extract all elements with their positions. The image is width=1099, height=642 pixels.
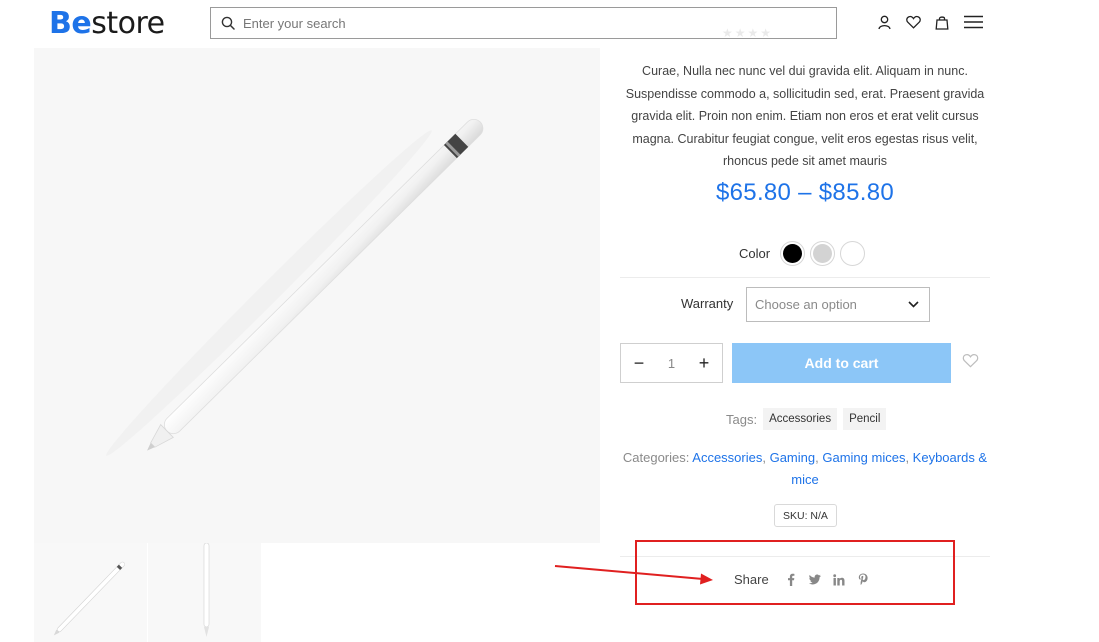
product-tags: Tags: Accessories Pencil (726, 408, 887, 430)
product-price: $65.80 – $85.80 (716, 179, 894, 206)
color-label: Color (739, 246, 771, 261)
site-logo[interactable]: Bestore (49, 6, 165, 42)
faded-rating-stars: ★★★★ (722, 26, 774, 40)
tags-label: Tags: (726, 411, 758, 427)
heart-icon[interactable] (905, 13, 921, 31)
product-description: Curae, Nulla nec nunc vel dui gravida el… (625, 64, 985, 169)
chevron-down-icon (908, 301, 919, 308)
color-swatch-gray[interactable] (810, 241, 836, 266)
annotation-arrow (554, 565, 713, 585)
product-categories: Categories: Accessories, Gaming, Gaming … (622, 450, 988, 487)
sku-badge: SKU: N/A (774, 504, 837, 527)
color-selector: Color (739, 241, 870, 266)
color-swatch-white[interactable] (840, 241, 866, 266)
product-main-image[interactable] (34, 48, 600, 543)
search-icon[interactable] (221, 16, 235, 30)
warranty-select[interactable]: Choose an option (746, 287, 930, 322)
search-input[interactable] (243, 15, 803, 31)
warranty-label: Warranty (681, 296, 734, 311)
color-swatch-black[interactable] (780, 241, 806, 266)
wishlist-heart-icon[interactable] (962, 353, 979, 373)
add-to-cart-button[interactable]: Add to cart (732, 343, 951, 383)
user-icon[interactable] (876, 13, 892, 31)
quantity-decrease-button[interactable]: − (631, 354, 647, 372)
quantity-increase-button[interactable]: + (696, 354, 712, 372)
categories-label: Categories: (622, 450, 690, 465)
quantity-stepper[interactable]: − 1 + (620, 343, 723, 383)
apple-pencil-image (106, 118, 484, 456)
logo-store: store (91, 6, 165, 41)
quantity-value[interactable]: 1 (668, 356, 675, 371)
thumbnail-2[interactable] (148, 542, 261, 642)
category-link-gaming[interactable]: Gaming (770, 450, 816, 465)
pencil-vertical-thumbnail (203, 542, 210, 637)
divider (620, 277, 990, 278)
pencil-angled-thumbnail (53, 561, 125, 636)
logo-be: Be (49, 6, 92, 41)
category-link-accessories[interactable]: Accessories (692, 450, 762, 465)
thumbnail-1[interactable] (34, 543, 147, 642)
tag-pencil[interactable]: Pencil (843, 408, 887, 430)
category-link-gaming-mices[interactable]: Gaming mices (822, 450, 905, 465)
tag-accessories[interactable]: Accessories (763, 408, 838, 430)
bag-icon[interactable] (934, 13, 950, 31)
warranty-select-value: Choose an option (755, 297, 857, 312)
menu-icon[interactable] (963, 13, 983, 31)
